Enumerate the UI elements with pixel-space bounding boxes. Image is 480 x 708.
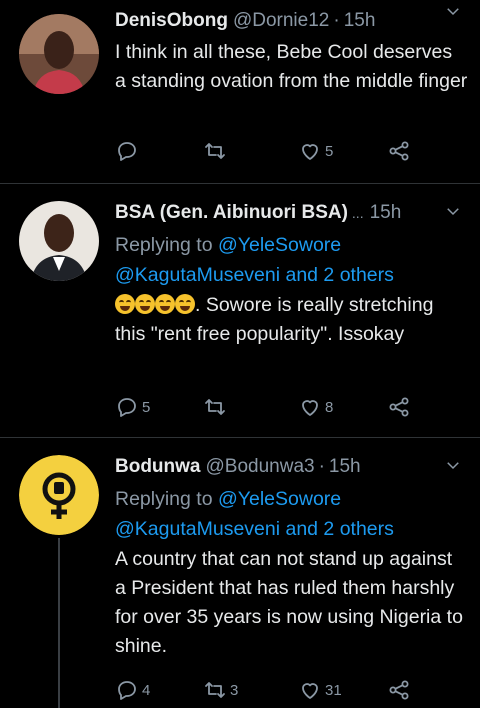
separator-dot: · [333, 10, 340, 31]
replying-to: Replying to @YeleSowore @KagutaMuseveni … [115, 230, 468, 290]
laughing-emoji-icon [135, 294, 155, 314]
thread-line [58, 538, 60, 708]
retweet-button[interactable] [203, 139, 230, 163]
retweet-count: 3 [230, 681, 239, 699]
like-icon [302, 144, 318, 160]
avatar[interactable] [19, 201, 99, 281]
display-name[interactable]: BSA (Gen. Aibinuori BSA) [115, 200, 348, 226]
retweet-button[interactable]: 3 [203, 678, 238, 702]
retweet-button[interactable] [203, 395, 230, 419]
chevron-down-icon[interactable] [444, 2, 462, 20]
reply-count: 5 [142, 398, 151, 416]
tweet-item[interactable]: DenisObong @Dornie12 · 15h I think in al… [0, 0, 480, 183]
like-count: 8 [325, 398, 334, 416]
reply-button[interactable]: 4 [115, 678, 150, 702]
retweet-icon [205, 399, 225, 415]
avatar[interactable] [19, 14, 99, 94]
timestamp[interactable]: 15h [370, 200, 402, 226]
replying-to: Replying to @YeleSowore @KagutaMuseveni … [115, 484, 468, 544]
reply-icon [118, 398, 136, 417]
reply-button[interactable]: 5 [115, 395, 150, 419]
emoji-row [115, 294, 195, 316]
reply-count: 4 [142, 681, 151, 699]
mention-others-link[interactable]: @KagutaMuseveni and 2 others [115, 518, 394, 540]
laughing-emoji-icon [155, 294, 175, 314]
display-name[interactable]: DenisObong [115, 8, 228, 34]
user-handle[interactable]: ... [352, 200, 364, 226]
retweet-icon [205, 682, 225, 698]
like-button[interactable]: 8 [298, 395, 333, 419]
like-count: 5 [325, 142, 334, 160]
reply-icon [118, 142, 136, 161]
display-name[interactable]: Bodunwa [115, 454, 201, 480]
chevron-down-icon[interactable] [444, 456, 462, 474]
user-handle[interactable]: @Dornie12 [233, 8, 329, 34]
share-icon [389, 141, 409, 161]
tweet-item[interactable]: Bodunwa @Bodunwa3 · 15h Replying to @Yel… [0, 438, 480, 708]
share-icon [389, 397, 409, 417]
timestamp[interactable]: 15h [344, 8, 376, 34]
retweet-icon [205, 143, 225, 159]
tweet-text: I think in all these, Bebe Cool deserves… [115, 41, 468, 92]
separator-dot: · [318, 456, 325, 477]
replying-to-label: Replying to [115, 488, 213, 510]
reply-button[interactable] [115, 139, 142, 163]
share-icon [389, 680, 409, 700]
like-icon [302, 400, 318, 416]
share-button[interactable] [387, 678, 411, 702]
tweet-item[interactable]: BSA (Gen. Aibinuori BSA) ... 15h Replyin… [0, 184, 480, 437]
like-button[interactable]: 5 [298, 139, 333, 163]
user-handle[interactable]: @Bodunwa3 [206, 454, 315, 480]
timestamp[interactable]: 15h [329, 454, 361, 480]
like-button[interactable]: 31 [298, 678, 342, 702]
laughing-emoji-icon [175, 294, 195, 314]
tweet-text: A country that can not stand up against … [115, 548, 463, 657]
chevron-down-icon[interactable] [444, 202, 462, 220]
mention-link[interactable]: @YeleSowore [218, 488, 341, 510]
reply-icon [118, 681, 136, 700]
avatar[interactable] [19, 455, 99, 535]
like-count: 31 [325, 681, 342, 699]
mention-link[interactable]: @YeleSowore [218, 234, 341, 256]
replying-to-label: Replying to [115, 234, 213, 256]
share-button[interactable] [387, 139, 411, 163]
laughing-emoji-icon [115, 294, 135, 314]
mention-others-link[interactable]: @KagutaMuseveni and 2 others [115, 264, 394, 286]
like-icon [302, 683, 318, 699]
share-button[interactable] [387, 395, 411, 419]
tweet-text-block: . Sowore is really stretching this "rent… [115, 291, 468, 349]
